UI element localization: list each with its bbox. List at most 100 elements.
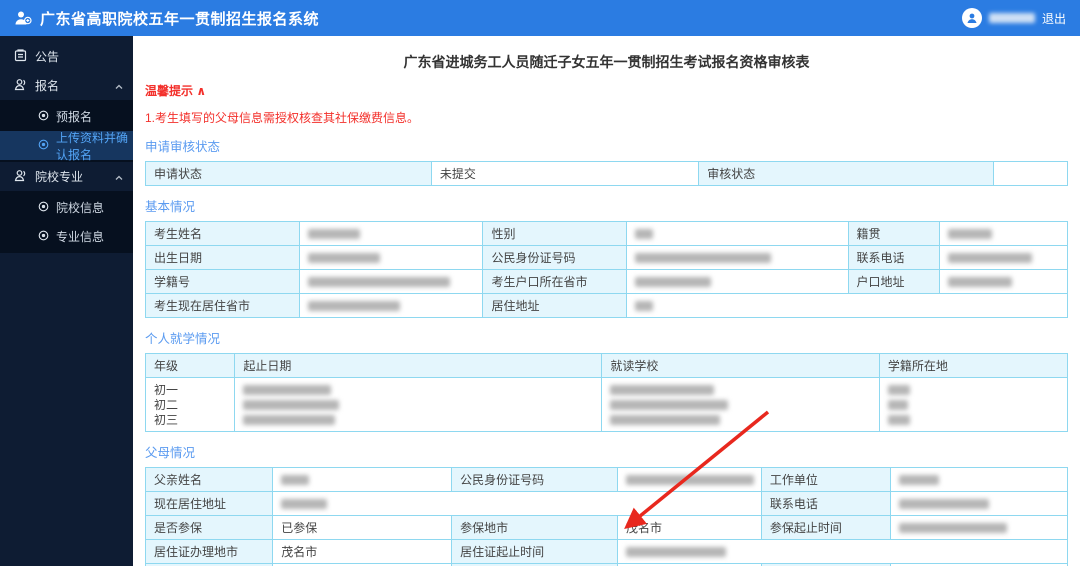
section-title-parents: 父母情况 bbox=[145, 446, 196, 460]
column-header: 就读学校 bbox=[601, 353, 880, 378]
apply-status-label: 申请状态 bbox=[145, 161, 432, 186]
sidebar-item-pre-enroll[interactable]: 预报名 bbox=[0, 102, 133, 131]
sidebar-item-label: 院校信息 bbox=[56, 201, 105, 215]
column-header: 学籍所在地 bbox=[878, 353, 1069, 378]
field-label: 学籍号 bbox=[145, 269, 300, 294]
section-title-school: 个人就学情况 bbox=[145, 332, 221, 346]
table-row: 考生姓名 性别 籍贯 bbox=[145, 221, 1069, 246]
apply-status-value: 未提交 bbox=[430, 161, 700, 186]
main-content: 广东省进城务工人员随迁子女五年一贯制招生考试报名资格审核表 温馨提示 ∧ 1.考… bbox=[133, 36, 1080, 566]
review-status-label: 审核状态 bbox=[698, 161, 995, 186]
father-residence-city-value: 茂名市 bbox=[272, 539, 453, 564]
table-row: 考生现在居住省市 居住地址 bbox=[145, 293, 1068, 318]
parents-info-table: 父亲姓名 公民身份证号码 工作单位 现在居住地址 联系电话 是否参保 已参保 参… bbox=[144, 467, 1069, 566]
table-row: 居住证办理地市 茂名市 居住证起止时间 bbox=[144, 539, 1068, 564]
redacted-value bbox=[272, 467, 453, 492]
tips-collapse-header[interactable]: 温馨提示 ∧ bbox=[145, 82, 1068, 99]
sidebar-nav: 公告 报名 预报名 上传资料并确认报名 院校专业 院校信息 专业信息 bbox=[0, 36, 133, 253]
basic-info-table: 考生姓名 性别 籍贯 出生日期 公民身份证号码 联系电话 学籍号 考生户口所在省… bbox=[145, 221, 1069, 318]
table-row: 现在居住地址 联系电话 bbox=[144, 491, 1069, 516]
field-label: 居住地址 bbox=[482, 293, 628, 318]
username-redacted bbox=[988, 13, 1035, 23]
field-label: 公民身份证号码 bbox=[482, 245, 628, 270]
redacted-value bbox=[889, 515, 1069, 540]
table-row: 学籍号 考生户口所在省市 户口地址 bbox=[145, 269, 1069, 294]
sidebar-item-label: 公告 bbox=[35, 50, 60, 64]
table-row: 申请状态 未提交 审核状态 bbox=[145, 161, 1068, 186]
redacted-value bbox=[626, 269, 849, 294]
eye-icon bbox=[38, 139, 49, 153]
field-label: 父亲姓名 bbox=[144, 467, 274, 492]
table-header-row: 年级 起止日期 就读学校 学籍所在地 bbox=[144, 353, 1069, 378]
column-header: 年级 bbox=[144, 353, 236, 378]
sidebar-item-label: 专业信息 bbox=[56, 230, 105, 244]
redacted-value bbox=[938, 245, 1069, 270]
app-brand: 广东省高职院校五年一贯制招生报名系统 bbox=[14, 8, 319, 29]
redacted-value bbox=[626, 293, 1068, 318]
redacted-value bbox=[298, 245, 484, 270]
field-label: 是否参保 bbox=[144, 515, 274, 540]
field-label: 考生户口所在省市 bbox=[482, 269, 628, 294]
app-title: 广东省高职院校五年一贯制招生报名系统 bbox=[40, 10, 320, 28]
redacted-value bbox=[889, 491, 1069, 516]
table-row: 父亲姓名 公民身份证号码 工作单位 bbox=[144, 467, 1069, 492]
redacted-value bbox=[938, 221, 1069, 246]
grade-list: 初一 初二 初三 bbox=[144, 377, 236, 432]
app-header: 广东省高职院校五年一贯制招生报名系统 退出 bbox=[0, 0, 1080, 36]
eye-icon bbox=[38, 201, 49, 215]
section-title-basic: 基本情况 bbox=[145, 200, 196, 214]
field-label: 参保地市 bbox=[451, 515, 619, 540]
redacted-value bbox=[298, 269, 484, 294]
field-label: 工作单位 bbox=[760, 467, 891, 492]
eye-icon bbox=[38, 230, 49, 244]
father-insured-city-value: 茂名市 bbox=[617, 515, 762, 540]
user-area: 退出 bbox=[961, 8, 1066, 28]
page-title: 广东省进城务工人员随迁子女五年一贯制招生考试报名资格审核表 bbox=[403, 54, 810, 70]
redacted-value bbox=[878, 377, 1069, 432]
table-row: 出生日期 公民身份证号码 联系电话 bbox=[145, 245, 1069, 270]
field-label: 性别 bbox=[482, 221, 628, 246]
redacted-value bbox=[617, 467, 762, 492]
column-header: 起止日期 bbox=[234, 353, 603, 378]
sidebar-item-college-info[interactable]: 院校信息 bbox=[0, 193, 133, 222]
sidebar-item-college-major[interactable]: 院校专业 bbox=[0, 162, 133, 191]
redacted-value bbox=[889, 467, 1069, 492]
field-label: 联系电话 bbox=[847, 245, 940, 270]
redacted-value bbox=[617, 539, 1068, 564]
grade-label: 初一 bbox=[154, 383, 179, 397]
table-row: 初一 初二 初三 bbox=[144, 377, 1069, 432]
review-status-value bbox=[993, 161, 1068, 186]
user-avatar-icon bbox=[961, 8, 982, 28]
redacted-value bbox=[298, 221, 484, 246]
sidebar-item-major-info[interactable]: 专业信息 bbox=[0, 222, 133, 251]
field-label: 居住证起止时间 bbox=[451, 539, 619, 564]
clipboard-icon bbox=[14, 48, 27, 65]
eye-icon bbox=[38, 110, 49, 124]
section-title-status: 申请审核状态 bbox=[145, 140, 221, 154]
field-label: 出生日期 bbox=[145, 245, 300, 270]
sidebar-item-label: 报名 bbox=[35, 79, 60, 93]
field-label: 户口地址 bbox=[847, 269, 940, 294]
college-major-submenu: 院校信息 专业信息 bbox=[0, 191, 133, 253]
field-label: 现在居住地址 bbox=[144, 491, 274, 516]
sidebar-item-upload-confirm[interactable]: 上传资料并确认报名 bbox=[0, 131, 133, 162]
redacted-value bbox=[234, 377, 603, 432]
chevron-up-icon bbox=[115, 170, 123, 184]
field-label: 联系电话 bbox=[760, 491, 891, 516]
chevron-up-icon bbox=[115, 79, 123, 93]
sidebar-item-announcements[interactable]: 公告 bbox=[0, 42, 133, 71]
person-add-icon bbox=[14, 10, 32, 26]
redacted-value bbox=[601, 377, 880, 432]
redacted-value bbox=[298, 293, 484, 318]
field-label: 考生姓名 bbox=[145, 221, 300, 246]
redacted-value bbox=[626, 221, 849, 246]
sidebar-item-enroll[interactable]: 报名 bbox=[0, 71, 133, 100]
redacted-value bbox=[938, 269, 1069, 294]
enroll-submenu: 预报名 上传资料并确认报名 bbox=[0, 100, 133, 162]
person-icon bbox=[14, 169, 27, 185]
person-icon bbox=[14, 78, 27, 94]
school-history-table: 年级 起止日期 就读学校 学籍所在地 初一 初二 初三 bbox=[144, 353, 1069, 432]
field-label: 考生现在居住省市 bbox=[145, 293, 300, 318]
grade-label: 初二 bbox=[154, 398, 179, 412]
logout-button[interactable]: 退出 bbox=[1042, 10, 1066, 27]
